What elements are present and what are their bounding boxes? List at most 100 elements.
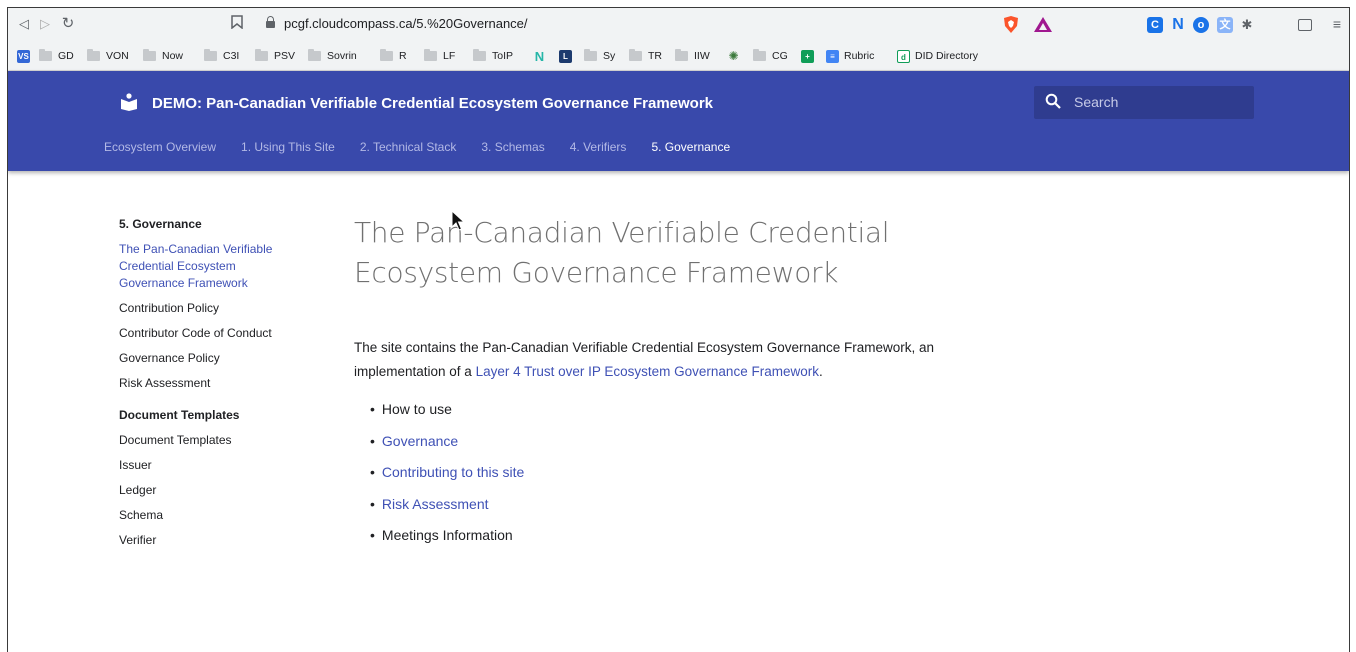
sidebar-heading-governance: 5. Governance — [119, 217, 202, 231]
contributing-link[interactable]: Contributing to this site — [382, 464, 524, 480]
bookmark-folder[interactable]: VON — [87, 48, 129, 64]
page-title-line-1: The Pan-Canadian Verifiable Credential — [354, 216, 890, 249]
list-item: How to use — [370, 399, 524, 431]
bookmarks-bar: VS GD VON Now C3I PSV Sovrin R LF ToIP N… — [8, 45, 1349, 67]
forward-icon[interactable]: ▷ — [35, 14, 55, 34]
folder-icon — [753, 49, 766, 61]
meetings-information-text: Meetings Information — [381, 527, 513, 543]
bookmark-folder[interactable]: Sovrin — [308, 48, 357, 64]
folder-icon — [629, 49, 642, 61]
folder-icon — [584, 49, 597, 61]
translate-icon[interactable]: 文 — [1217, 17, 1233, 33]
tab-technical-stack[interactable]: 2. Technical Stack — [360, 140, 457, 160]
bookmark-folder[interactable]: GD — [39, 48, 74, 64]
extension-icon-3[interactable]: o — [1193, 17, 1209, 33]
bookmark-green[interactable]: + — [801, 48, 819, 64]
puzzle-icon[interactable]: ✱ — [1239, 17, 1255, 33]
folder-icon — [308, 49, 321, 61]
mouse-cursor-icon — [451, 210, 465, 231]
list-item: Meetings Information — [370, 525, 524, 557]
bookmark-n[interactable]: N — [533, 48, 551, 64]
folder-icon — [255, 49, 268, 61]
url-text: pcgf.cloudcompass.ca/5.%20Governance/ — [284, 16, 528, 31]
brave-shield-icon[interactable] — [1003, 16, 1019, 33]
bookmark-l[interactable]: L — [559, 48, 577, 64]
book-logo-icon[interactable] — [120, 93, 138, 111]
extension-icon-2[interactable]: N — [1170, 17, 1186, 33]
bookmark-folder[interactable]: R — [380, 48, 407, 64]
bookmark-folder[interactable]: CG — [753, 48, 788, 64]
search-icon — [1045, 93, 1061, 109]
back-icon[interactable]: ◁ — [14, 14, 34, 34]
bookmark-folder[interactable]: TR — [629, 48, 662, 64]
tab-ecosystem-overview[interactable]: Ecosystem Overview — [104, 140, 216, 160]
bookmark-vs[interactable]: VS — [17, 48, 35, 64]
sidebar-item-issuer[interactable]: Issuer — [119, 457, 309, 474]
did-icon: d — [897, 49, 910, 63]
sidebar-item-risk-assessment[interactable]: Risk Assessment — [119, 375, 309, 392]
bookmark-folder[interactable]: PSV — [255, 48, 295, 64]
search-box[interactable] — [1034, 86, 1254, 119]
wallet-icon[interactable] — [1298, 19, 1312, 31]
green-icon: + — [801, 49, 814, 63]
page-title-line-2: Ecosystem Governance Framework — [354, 256, 839, 289]
browser-window: ◁ ▷ ↻ pcgf.cloudcompass.ca/5.%20Governan… — [7, 7, 1350, 652]
browser-toolbar: ◁ ▷ ↻ pcgf.cloudcompass.ca/5.%20Governan… — [8, 8, 1349, 41]
sidebar-item-governance-framework[interactable]: The Pan-Canadian Verifiable Credential E… — [119, 241, 299, 292]
folder-icon — [675, 49, 688, 61]
vs-icon: VS — [17, 49, 30, 63]
bookmark-folder[interactable]: Now — [143, 48, 183, 64]
site-title[interactable]: DEMO: Pan-Canadian Verifiable Credential… — [152, 95, 713, 112]
rewards-icon[interactable] — [1034, 17, 1052, 32]
governance-link[interactable]: Governance — [382, 433, 458, 449]
reload-icon[interactable]: ↻ — [58, 14, 78, 34]
tab-schemas[interactable]: 3. Schemas — [481, 140, 544, 160]
sidebar-item-governance-policy[interactable]: Governance Policy — [119, 350, 309, 367]
list-item: Governance — [370, 431, 524, 463]
bookmark-folder[interactable]: LF — [424, 48, 455, 64]
toip-framework-link[interactable]: Layer 4 Trust over IP Ecosystem Governan… — [476, 364, 819, 379]
tab-governance[interactable]: 5. Governance — [651, 140, 730, 160]
folder-icon — [39, 49, 52, 61]
tab-using-this-site[interactable]: 1. Using This Site — [241, 140, 335, 160]
sidebar-item-schema[interactable]: Schema — [119, 507, 309, 524]
bookmark-rubric[interactable]: ≡ Rubric — [826, 48, 874, 64]
how-to-use-text: How to use — [381, 401, 452, 417]
folder-icon — [424, 49, 437, 61]
bookmark-folder[interactable]: Sy — [584, 48, 615, 64]
list-item: Contributing to this site — [370, 462, 524, 494]
folder-icon — [380, 49, 393, 61]
sidebar-item-code-of-conduct[interactable]: Contributor Code of Conduct — [119, 325, 309, 342]
site-header: DEMO: Pan-Canadian Verifiable Credential… — [8, 71, 1349, 171]
list-item: Risk Assessment — [370, 494, 524, 526]
bookmark-icon[interactable] — [227, 14, 247, 34]
n-icon: N — [534, 48, 545, 64]
folder-icon — [143, 49, 156, 61]
intro-text-end: . — [818, 364, 823, 379]
risk-assessment-link[interactable]: Risk Assessment — [382, 496, 489, 512]
sidebar-item-document-templates[interactable]: Document Templates — [119, 432, 309, 449]
sidebar-heading-document-templates: Document Templates — [119, 408, 240, 422]
bookmark-folder[interactable]: ToIP — [473, 48, 513, 64]
content-list: How to use Governance Contributing to th… — [370, 399, 524, 557]
bookmark-did-directory[interactable]: d DID Directory — [897, 48, 978, 64]
bookmark-folder[interactable]: IIW — [675, 48, 710, 64]
sidebar-item-ledger[interactable]: Ledger — [119, 482, 309, 499]
intro-paragraph: The site contains the Pan-Canadian Verif… — [354, 336, 1014, 384]
sidebar-nav: 5. Governance The Pan-Canadian Verifiabl… — [119, 217, 309, 549]
l-icon: L — [559, 49, 572, 63]
folder-icon — [204, 49, 217, 61]
sidebar-item-verifier[interactable]: Verifier — [119, 532, 309, 549]
bookmark-bug[interactable]: ✺ — [727, 48, 745, 64]
doc-icon: ≡ — [826, 49, 839, 63]
menu-icon[interactable]: ≡ — [1330, 16, 1344, 32]
extension-icon-1[interactable]: C — [1147, 17, 1163, 33]
tab-verifiers[interactable]: 4. Verifiers — [570, 140, 627, 160]
lock-icon — [266, 16, 275, 28]
address-bar[interactable]: pcgf.cloudcompass.ca/5.%20Governance/ — [256, 13, 991, 35]
search-input[interactable] — [1074, 93, 1244, 111]
folder-icon — [87, 49, 100, 61]
bookmark-folder[interactable]: C3I — [204, 48, 239, 64]
browser-chrome: ◁ ▷ ↻ pcgf.cloudcompass.ca/5.%20Governan… — [8, 8, 1349, 71]
sidebar-item-contribution-policy[interactable]: Contribution Policy — [119, 300, 309, 317]
